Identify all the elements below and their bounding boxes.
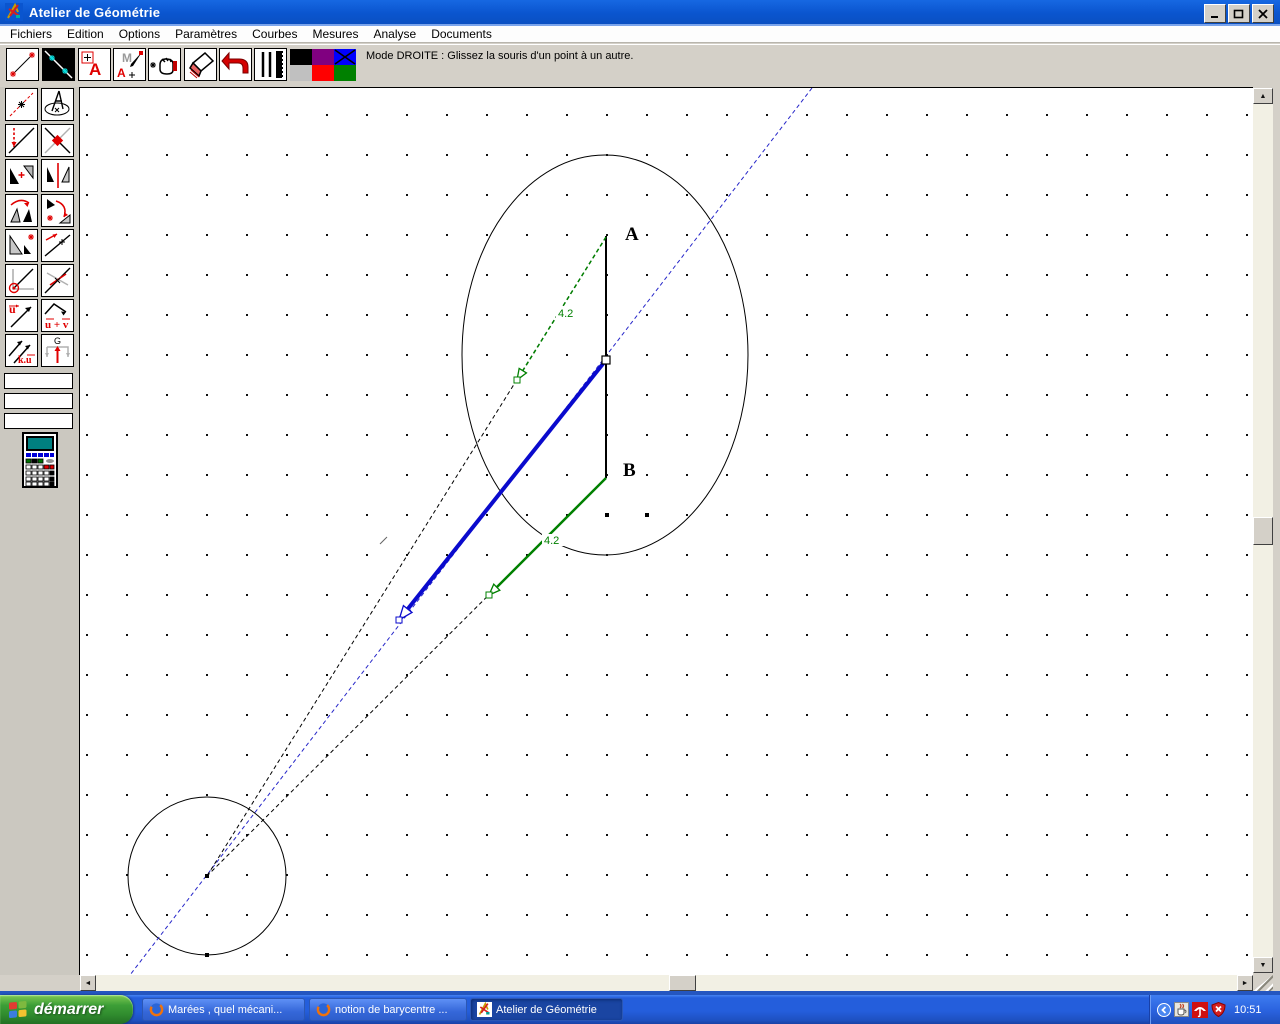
label-a-icon[interactable]: A	[78, 48, 111, 81]
homothety-icon[interactable]	[5, 229, 38, 262]
tool-sidebar: u u + v k.u G	[0, 87, 79, 975]
vector-sum-icon[interactable]: u + v	[41, 299, 74, 332]
svg-text:A: A	[625, 224, 639, 245]
start-button[interactable]: démarrer	[0, 995, 133, 1024]
geometry-app-icon	[477, 1002, 492, 1017]
perpendicular-icon[interactable]	[41, 124, 74, 157]
menu-documents[interactable]: Documents	[431, 27, 492, 41]
svg-text:M: M	[122, 51, 132, 65]
rename-label-icon[interactable]: M A	[113, 48, 146, 81]
minimize-button[interactable]	[1204, 4, 1226, 23]
palette-color-5[interactable]	[312, 65, 334, 81]
palette-color-3[interactable]	[334, 49, 356, 65]
svg-text:u: u	[9, 302, 16, 316]
palette-color-1[interactable]	[290, 49, 312, 65]
geometry-figure: A B 4.2 4.2	[127, 88, 813, 975]
toolbar: A M A Mode DROITE : Glissez la souris d'…	[0, 44, 1280, 88]
avira-antivirus-icon[interactable]	[1192, 1001, 1208, 1018]
taskbar-task-atelier[interactable]: Atelier de Géométrie	[470, 998, 623, 1021]
angle-mark-icon[interactable]	[5, 264, 38, 297]
point-symmetry-icon[interactable]	[5, 159, 38, 192]
desktop: Atelier de Géométrie Fichiers Edition Op…	[0, 0, 1280, 1024]
calculator-icon[interactable]	[22, 432, 58, 488]
windows-flag-icon	[9, 1000, 27, 1018]
horizontal-scroll-thumb[interactable]	[669, 975, 696, 991]
maximize-button[interactable]	[1228, 4, 1250, 23]
taskbar-task-marees[interactable]: Marées , quel mécani...	[142, 998, 305, 1021]
task-label: Atelier de Géométrie	[496, 1003, 597, 1016]
line-tool-selected-icon[interactable]	[42, 48, 75, 81]
display-box-1	[4, 373, 73, 389]
menu-options[interactable]: Options	[119, 27, 160, 41]
undo-arrow-icon[interactable]	[219, 48, 252, 81]
horizontal-scrollbar[interactable]: ◄ ►	[80, 975, 1253, 991]
tray-clock: 10:51	[1234, 1003, 1262, 1016]
start-label: démarrer	[34, 1000, 104, 1018]
task-label: Marées , quel mécani...	[168, 1003, 283, 1016]
line-intersection-icon[interactable]	[41, 264, 74, 297]
dashed-halfline-icon[interactable]	[5, 124, 38, 157]
translation-icon[interactable]	[41, 229, 74, 262]
vector-scalar-icon[interactable]: k.u	[5, 334, 38, 367]
svg-text:k.u: k.u	[18, 355, 32, 366]
display-box-2	[4, 393, 73, 409]
menu-bar: Fichiers Edition Options Paramètres Cour…	[0, 26, 1280, 43]
eraser-icon[interactable]	[184, 48, 217, 81]
color-palette	[290, 49, 356, 81]
rotation-icon[interactable]	[5, 194, 38, 227]
vertical-scroll-thumb[interactable]	[1253, 517, 1273, 545]
svg-text:A: A	[89, 60, 101, 79]
close-button[interactable]	[1252, 4, 1274, 23]
scroll-up-button[interactable]: ▲	[1253, 88, 1273, 104]
taskbar-task-barycentre[interactable]: notion de barycentre ...	[309, 998, 467, 1021]
svg-text:4.2: 4.2	[558, 308, 573, 320]
svg-text:A: A	[117, 66, 126, 80]
scroll-right-button[interactable]: ►	[1237, 975, 1253, 991]
vertical-scrollbar[interactable]: ▲ ▼	[1253, 88, 1273, 973]
axial-symmetry-icon[interactable]	[41, 159, 74, 192]
window-right-margin	[1273, 87, 1280, 991]
security-shield-icon[interactable]	[1211, 1002, 1226, 1017]
menu-parametres[interactable]: Paramètres	[175, 27, 237, 41]
palette-color-2[interactable]	[312, 49, 334, 65]
task-label: notion de barycentre ...	[335, 1003, 448, 1016]
menu-analyse[interactable]: Analyse	[373, 27, 416, 41]
java-icon[interactable]	[1174, 1002, 1189, 1017]
dashed-segment-icon[interactable]	[5, 88, 38, 121]
svg-text:G: G	[54, 336, 61, 346]
geometry-compass-icon	[5, 3, 23, 21]
palette-color-6[interactable]	[334, 65, 356, 81]
window-title: Atelier de Géométrie	[29, 4, 161, 20]
rotation-angle-icon[interactable]	[41, 194, 74, 227]
display-box-3	[4, 413, 73, 429]
menu-courbes[interactable]: Courbes	[252, 27, 297, 41]
svg-text:B: B	[623, 460, 636, 481]
menu-edition[interactable]: Edition	[67, 27, 104, 41]
grab-point-icon[interactable]	[148, 48, 181, 81]
system-tray: 10:51	[1149, 995, 1280, 1024]
menu-fichiers[interactable]: Fichiers	[10, 27, 52, 41]
resize-grip[interactable]	[1253, 975, 1273, 991]
parallel-lines-icon[interactable]	[254, 48, 287, 81]
vector-icon[interactable]: u	[5, 299, 38, 332]
svg-text:u + v: u + v	[45, 319, 69, 331]
drawing-canvas[interactable]: A B 4.2 4.2	[79, 87, 1253, 975]
collapse-chevron-icon[interactable]	[1157, 1002, 1171, 1017]
palette-color-4[interactable]	[290, 65, 312, 81]
firefox-icon	[149, 1002, 164, 1017]
segment-two-points-icon[interactable]	[6, 48, 39, 81]
barycenter-icon[interactable]: G	[41, 334, 74, 367]
firefox-icon	[316, 1002, 331, 1017]
x-cross-icon	[334, 49, 356, 65]
mode-status-text: Mode DROITE : Glissez la souris d'un poi…	[366, 50, 634, 62]
taskbar: démarrer Marées , quel mécani... notion …	[0, 995, 1280, 1024]
title-bar: Atelier de Géométrie	[0, 0, 1280, 24]
compass-conic-icon[interactable]	[41, 88, 74, 121]
menu-mesures[interactable]: Mesures	[312, 27, 358, 41]
scroll-down-button[interactable]: ▼	[1253, 957, 1273, 973]
svg-text:4.2: 4.2	[544, 535, 559, 547]
scroll-left-button[interactable]: ◄	[80, 975, 96, 991]
